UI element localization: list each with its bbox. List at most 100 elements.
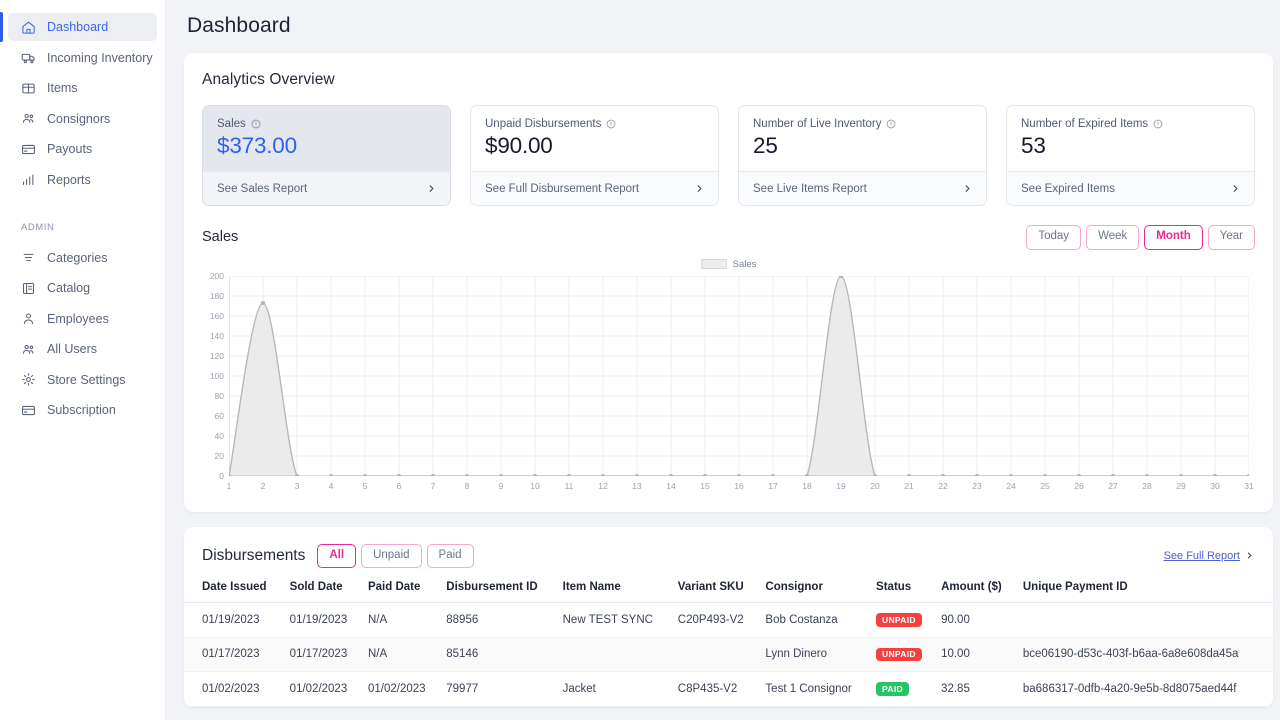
analytics-title: Analytics Overview — [184, 53, 1273, 89]
sidebar-item-categories[interactable]: Categories — [8, 244, 157, 272]
kpi-report-link[interactable]: See Expired Items — [1007, 171, 1254, 205]
sidebar-item-incoming-inventory[interactable]: Incoming Inventory — [8, 44, 157, 72]
chart-x-axis: 1234567891011121314151617181920212223242… — [229, 482, 1249, 496]
table-column-header: Variant SKU — [672, 581, 760, 603]
period-filter-today[interactable]: Today — [1026, 225, 1081, 250]
x-tick-label: 3 — [295, 482, 300, 491]
main-content: Dashboard Analytics Overview Sales$373.0… — [166, 0, 1280, 720]
table-cell-consignor: Bob Costanza — [759, 603, 870, 638]
info-icon[interactable] — [1153, 119, 1163, 129]
kpi-report-link[interactable]: See Full Disbursement Report — [471, 171, 718, 205]
sidebar-item-label: Incoming Inventory — [47, 51, 153, 65]
sidebar: Dashboard Incoming Inventory Items Consigno… — [0, 0, 166, 720]
list-icon — [21, 250, 36, 265]
table-cell-paid-date: N/A — [362, 637, 440, 672]
table-cell-sold-date: 01/02/2023 — [284, 672, 362, 707]
info-icon[interactable] — [886, 119, 896, 129]
table-cell-item-name — [557, 637, 672, 672]
x-tick-label: 7 — [431, 482, 436, 491]
users-icon — [21, 111, 36, 126]
y-tick-label: 160 — [210, 311, 224, 320]
info-icon[interactable] — [606, 119, 616, 129]
disbursements-table: Date IssuedSold DatePaid DateDisbursemen… — [184, 581, 1273, 707]
period-filter-week[interactable]: Week — [1086, 225, 1139, 250]
x-tick-label: 21 — [904, 482, 913, 491]
table-row[interactable]: 01/02/202301/02/202301/02/202379977Jacke… — [184, 672, 1273, 707]
kpi-label-row: Number of Live Inventory — [753, 118, 972, 130]
kpi-card[interactable]: Unpaid Disbursements$90.00See Full Disbu… — [470, 105, 719, 206]
kpi-label-row: Number of Expired Items — [1021, 118, 1240, 130]
period-filter-year[interactable]: Year — [1208, 225, 1255, 250]
period-filter-group: TodayWeekMonthYear — [1026, 225, 1255, 250]
kpi-top: Number of Expired Items53 — [1007, 106, 1254, 171]
kpi-top: Sales$373.00 — [203, 106, 450, 171]
y-tick-label: 40 — [215, 431, 224, 440]
x-tick-label: 4 — [329, 482, 334, 491]
y-tick-label: 140 — [210, 331, 224, 340]
legend-label-sales: Sales — [733, 259, 757, 270]
sidebar-item-items[interactable]: Items — [8, 74, 157, 102]
truck-icon — [21, 50, 36, 65]
see-full-report-link[interactable]: See Full Report — [1164, 550, 1255, 562]
users-icon — [21, 342, 36, 357]
y-tick-label: 20 — [215, 451, 224, 460]
x-tick-label: 19 — [836, 482, 845, 491]
table-cell-paid-date: N/A — [362, 603, 440, 638]
sidebar-item-payouts[interactable]: Payouts — [8, 135, 157, 163]
sidebar-item-dashboard[interactable]: Dashboard — [8, 13, 157, 41]
disbursement-filter-all[interactable]: All — [317, 544, 356, 569]
status-badge: PAID — [876, 682, 909, 696]
kpi-row: Sales$373.00See Sales ReportUnpaid Disbu… — [184, 89, 1273, 225]
info-icon[interactable] — [251, 119, 261, 129]
kpi-card[interactable]: Sales$373.00See Sales Report — [202, 105, 451, 206]
person-icon — [21, 311, 36, 326]
x-tick-label: 8 — [465, 482, 470, 491]
sidebar-item-consignors[interactable]: Consignors — [8, 105, 157, 133]
table-row[interactable]: 01/19/202301/19/2023N/A88956New TEST SYN… — [184, 603, 1273, 638]
x-tick-label: 26 — [1074, 482, 1083, 491]
table-cell-variant-sku: C20P493-V2 — [672, 603, 760, 638]
y-tick-label: 180 — [210, 291, 224, 300]
disbursement-filter-paid[interactable]: Paid — [427, 544, 474, 569]
chart-plot-area: 020406080100120140160180200 123456789101… — [198, 276, 1259, 504]
sidebar-item-employees[interactable]: Employees — [8, 305, 157, 333]
disbursements-title: Disbursements — [202, 547, 305, 565]
kpi-card[interactable]: Number of Expired Items53See Expired Ite… — [1006, 105, 1255, 206]
sales-chart-title: Sales — [202, 229, 238, 245]
kpi-report-link[interactable]: See Sales Report — [203, 171, 450, 205]
table-column-header: Unique Payment ID — [1017, 581, 1273, 603]
kpi-report-link[interactable]: See Live Items Report — [739, 171, 986, 205]
sidebar-item-subscription[interactable]: Subscription — [8, 396, 157, 424]
x-tick-label: 25 — [1040, 482, 1049, 491]
table-row[interactable]: 01/17/202301/17/2023N/A85146Lynn DineroU… — [184, 637, 1273, 672]
x-tick-label: 5 — [363, 482, 368, 491]
x-tick-label: 14 — [666, 482, 675, 491]
table-column-header: Item Name — [557, 581, 672, 603]
x-tick-label: 22 — [938, 482, 947, 491]
sidebar-item-label: Store Settings — [47, 373, 126, 387]
table-cell-item-name: New TEST SYNC — [557, 603, 672, 638]
chevron-right-icon — [694, 183, 705, 194]
chart-canvas — [229, 276, 1249, 476]
chevron-right-icon — [1230, 183, 1241, 194]
sidebar-item-catalog[interactable]: Catalog — [8, 274, 157, 302]
disbursement-filter-unpaid[interactable]: Unpaid — [361, 544, 421, 569]
sidebar-item-reports[interactable]: Reports — [8, 166, 157, 194]
kpi-card[interactable]: Number of Live Inventory25See Live Items… — [738, 105, 987, 206]
sidebar-item-all-users[interactable]: All Users — [8, 335, 157, 363]
kpi-label: Number of Live Inventory — [753, 118, 881, 130]
sidebar-item-store-settings[interactable]: Store Settings — [8, 366, 157, 394]
table-column-header: Amount ($) — [935, 581, 1017, 603]
kpi-report-label: See Full Disbursement Report — [485, 183, 639, 195]
x-tick-label: 20 — [870, 482, 879, 491]
sidebar-item-label: Consignors — [47, 112, 110, 126]
x-tick-label: 11 — [565, 482, 574, 491]
x-tick-label: 2 — [261, 482, 266, 491]
kpi-label: Number of Expired Items — [1021, 118, 1148, 130]
period-filter-month[interactable]: Month — [1144, 225, 1202, 250]
y-tick-label: 0 — [219, 471, 224, 480]
x-tick-label: 16 — [734, 482, 743, 491]
table-column-header: Status — [870, 581, 935, 603]
x-tick-label: 28 — [1142, 482, 1151, 491]
card-icon — [21, 403, 36, 418]
